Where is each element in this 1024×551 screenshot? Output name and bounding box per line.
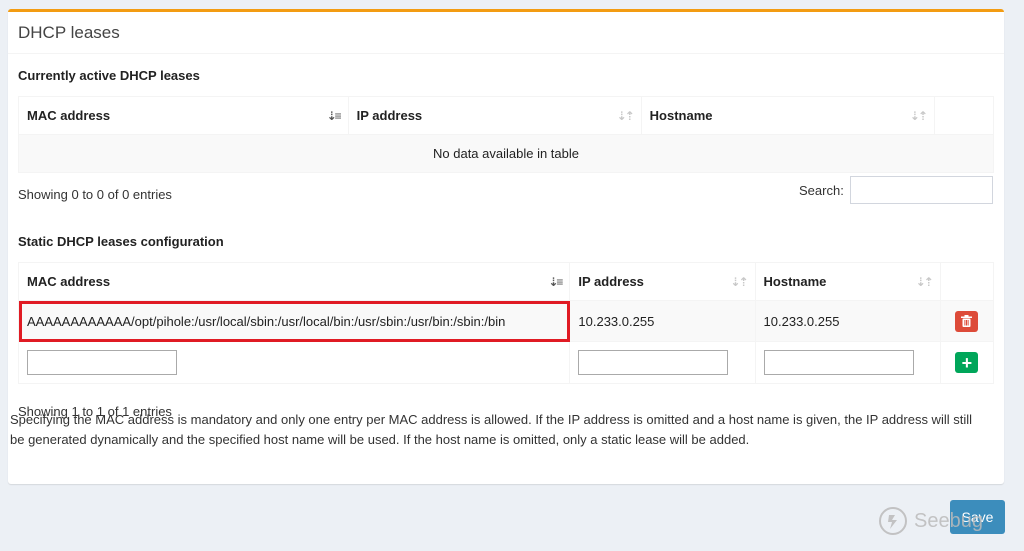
new-mac-cell	[17, 341, 571, 384]
static-leases-title: Static DHCP leases configuration	[18, 234, 224, 249]
search-label: Search:	[799, 183, 844, 198]
watermark: Seebug	[878, 506, 983, 536]
sort-both-icon: ⇣⇡	[730, 274, 748, 289]
sort-both-icon: ⇣⇡	[909, 108, 928, 123]
lease-mac-cell: AAAAAAAAAAAA/opt/pihole:/usr/local/sbin:…	[17, 300, 571, 342]
sort-asc-icon: ⇣≡	[548, 274, 563, 289]
static-leases-help-text: Specifying the MAC address is mandatory …	[10, 412, 972, 447]
new-hostname-input[interactable]	[763, 350, 914, 375]
plus-icon: +	[961, 352, 973, 373]
column-header-actions	[939, 262, 995, 301]
new-actions-cell: +	[939, 341, 995, 384]
new-mac-input[interactable]	[27, 350, 177, 375]
new-ip-cell	[569, 341, 756, 384]
lease-ip-cell: 10.233.0.255	[569, 300, 756, 342]
search-input[interactable]	[850, 176, 993, 204]
column-header-ip[interactable]: IP address ⇣⇡	[347, 96, 642, 135]
watermark-text: Seebug	[914, 509, 983, 532]
panel-header: DHCP leases	[8, 12, 1004, 54]
static-leases-table: MAC address ⇣≡ IP address ⇣⇡ Hostname ⇣⇡…	[17, 262, 995, 384]
column-header-actions	[933, 96, 995, 135]
seebug-logo-icon	[879, 507, 907, 535]
new-hostname-cell	[754, 341, 941, 384]
empty-table-message: No data available in table	[18, 134, 994, 173]
trash-icon	[961, 315, 973, 327]
sort-both-icon: ⇣⇡	[915, 274, 934, 289]
panel-title: DHCP leases	[18, 22, 120, 42]
new-ip-input[interactable]	[578, 350, 729, 375]
table-row: AAAAAAAAAAAA/opt/pihole:/usr/local/sbin:…	[17, 300, 995, 342]
lease-actions-cell	[939, 300, 995, 342]
column-header-mac[interactable]: MAC address ⇣≡	[18, 96, 349, 135]
active-leases-table: MAC address ⇣≡ IP address ⇣⇡ Hostname ⇣⇡…	[18, 96, 995, 173]
delete-lease-button[interactable]	[955, 310, 979, 332]
column-header-mac[interactable]: MAC address ⇣≡	[17, 262, 571, 301]
lease-hostname-cell: 10.233.0.255	[754, 300, 941, 342]
new-lease-row: +	[17, 341, 995, 384]
sort-both-icon: ⇣⇡	[616, 108, 635, 123]
sort-asc-icon: ⇣≡	[326, 108, 342, 123]
active-leases-info: Showing 0 to 0 of 0 entries	[18, 187, 172, 202]
active-leases-title: Currently active DHCP leases	[18, 68, 200, 83]
column-header-ip[interactable]: IP address ⇣⇡	[569, 262, 756, 301]
column-header-hostname[interactable]: Hostname ⇣⇡	[754, 262, 941, 301]
column-header-hostname[interactable]: Hostname ⇣⇡	[640, 96, 935, 135]
add-lease-button[interactable]: +	[955, 352, 979, 373]
